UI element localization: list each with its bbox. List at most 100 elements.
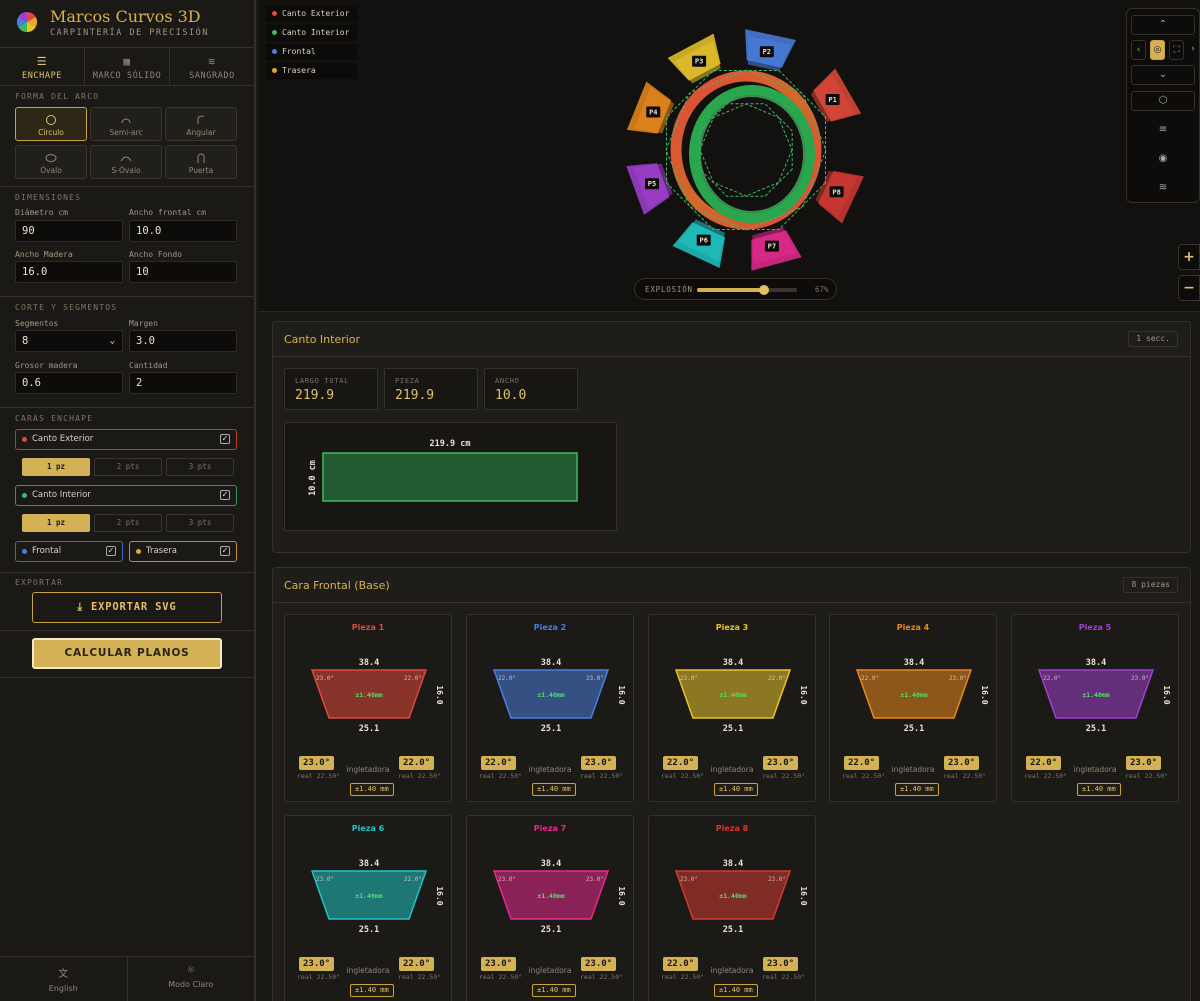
right-angle: 23.0° [949, 675, 967, 682]
logo-icon [16, 11, 38, 33]
outer-2pts-option[interactable]: 2 pts [94, 458, 162, 476]
sun-icon: ☼ [186, 965, 196, 976]
center-view-icon[interactable]: ◎ [1150, 40, 1165, 60]
outer-3pts-option[interactable]: 3 pts [166, 458, 234, 476]
left-angle: 22.0° [861, 675, 879, 682]
menu-icon[interactable]: ≋ [1131, 179, 1195, 199]
right-cut-angle: 23.0° [944, 756, 980, 770]
tolerance-badge: ±1.40 mm [350, 984, 394, 997]
language-button[interactable]: 文 English [0, 957, 128, 1001]
inner-1pz-option[interactable]: 1 pz [22, 514, 90, 532]
right-cut-angle: 23.0° [763, 756, 799, 770]
scene-label-7: P7 [764, 240, 779, 252]
scene-label-3: P3 [692, 55, 707, 67]
shape-door-button[interactable]: Puerta [165, 145, 237, 179]
piece-count-badge: 8 piezas [1123, 577, 1178, 593]
panel-title: Canto Interior [284, 333, 361, 346]
shape-label: Círculo [38, 128, 64, 137]
right-angle: 23.0° [586, 876, 604, 883]
face-inner-toggle[interactable]: Canto Interior ✓ [15, 485, 237, 506]
tab-enchape[interactable]: ☰ ENCHAPE [0, 48, 85, 85]
piece-height: 16.0 [980, 685, 989, 704]
export-svg-button[interactable]: ⤓ EXPORTAR SVG [32, 592, 222, 623]
tab-marco-solido[interactable]: ▦ MARCO SÓLIDO [85, 48, 170, 85]
language-label: English [48, 984, 78, 993]
zoom-in-button[interactable]: + [1178, 244, 1200, 270]
chevron-up-icon[interactable]: ⌃ [1131, 15, 1195, 35]
explosion-value: 67% [815, 285, 829, 294]
right-cut-angle: 23.0° [581, 756, 617, 770]
theme-toggle-button[interactable]: ☼ Modo Claro [128, 957, 255, 1001]
depth-width-input[interactable]: 10 [129, 261, 237, 283]
face-back-toggle[interactable]: Trasera ✓ [129, 541, 237, 562]
legend-dot [272, 68, 277, 73]
thickness-input[interactable]: 0.6 [15, 372, 123, 394]
shape-oval-button[interactable]: Óvalo [15, 145, 87, 179]
right-real-angle: real 22.50° [580, 973, 624, 981]
explosion-handle[interactable] [759, 285, 769, 295]
face-front-toggle[interactable]: Frontal ✓ [15, 541, 123, 562]
panel-title: Cara Frontal (Base) [284, 579, 390, 592]
left-angle: 23.0° [316, 675, 334, 682]
right-angle: 22.0° [404, 876, 422, 883]
layers-icon[interactable]: ≡ [1131, 121, 1195, 141]
piece-height: 16.0 [1162, 685, 1171, 704]
right-angle: 22.0° [404, 675, 422, 682]
face-outer-toggle[interactable]: Canto Exterior ✓ [15, 429, 237, 450]
inner-edge-panel: Canto Interior 1 secc. LARGO TOTAL 219.9 … [272, 321, 1191, 553]
section-title-cut: CORTE Y SEGMENTOS [15, 303, 118, 312]
checkbox-icon[interactable]: ✓ [106, 546, 116, 556]
right-real-angle: real 22.50° [580, 772, 624, 780]
quantity-input[interactable]: 2 [129, 372, 237, 394]
right-angle: 23.0° [768, 876, 786, 883]
legend-item-front: Frontal [266, 44, 358, 60]
face-label: Frontal [32, 546, 62, 556]
3d-scene[interactable]: P1 P2 P3 P4 P5 P6 P7 P8 [258, 0, 1200, 312]
tolerance-label: ±1.40mm [719, 892, 746, 900]
scene-label-text: P7 [768, 243, 776, 251]
top-length: 38.4 [904, 658, 924, 668]
front-width-input[interactable]: 10.0 [129, 220, 237, 242]
wood-width-input[interactable]: 16.0 [15, 261, 123, 283]
tolerance-badge: ±1.40 mm [714, 783, 758, 796]
shape-angular-button[interactable]: Angular [165, 107, 237, 141]
legend-label: Frontal [282, 47, 316, 56]
stat-label: ANCHO [495, 377, 520, 385]
chevron-right-icon[interactable]: › [1188, 40, 1198, 60]
checkbox-icon[interactable]: ✓ [220, 434, 230, 444]
tab-sangrado[interactable]: ≋ SANGRADO [170, 48, 254, 85]
margin-input[interactable]: 3.0 [129, 330, 237, 352]
shape-semi-arc-button[interactable]: Semi-arc [90, 107, 162, 141]
inner-3pts-option[interactable]: 3 pts [166, 514, 234, 532]
top-length: 38.4 [723, 658, 743, 668]
legend-dot [272, 49, 277, 54]
divider [0, 296, 254, 297]
scene-label-text: P2 [763, 48, 771, 56]
explosion-slider[interactable]: EXPLOSIÓN 67% [634, 278, 837, 300]
chevron-left-icon[interactable]: ‹ [1131, 40, 1146, 60]
chevron-down-icon[interactable]: ⌄ [1131, 65, 1195, 85]
strip-length-label: 219.9 cm [430, 439, 471, 449]
eye-icon[interactable]: ◉ [1131, 150, 1195, 170]
top-length: 38.4 [359, 859, 379, 869]
explosion-track[interactable] [697, 285, 797, 295]
left-angle: 23.0° [680, 675, 698, 682]
zoom-out-button[interactable]: − [1178, 275, 1200, 301]
checkbox-icon[interactable]: ✓ [220, 490, 230, 500]
layers-icon: ☰ [36, 55, 48, 68]
bottom-length: 25.1 [723, 724, 743, 734]
shape-circle-button[interactable]: Círculo [15, 107, 87, 141]
checkbox-icon[interactable]: ✓ [220, 546, 230, 556]
cube-icon[interactable]: ⬡ [1131, 91, 1195, 111]
calculate-plans-button[interactable]: CALCULAR PLANOS [32, 638, 222, 669]
3d-viewport[interactable]: P1 P2 P3 P4 P5 P6 P7 P8 Canto Exterior Canto In… [258, 0, 1200, 312]
fit-view-icon[interactable]: ⛶ [1169, 40, 1184, 60]
segments-label: Segmentos [15, 319, 59, 328]
shape-s-oval-button[interactable]: S-Óvalo [90, 145, 162, 179]
scene-label-text: P8 [832, 188, 840, 196]
outer-1pz-option[interactable]: 1 pz [22, 458, 90, 476]
segments-select[interactable]: 8 ⌄ [15, 330, 123, 352]
piece-card: Pieza 5 38.4 25.1 16.0 22.0° 23.0° ±1.40mm 22.0… [1011, 614, 1179, 802]
diameter-input[interactable]: 90 [15, 220, 123, 242]
inner-2pts-option[interactable]: 2 pts [94, 514, 162, 532]
